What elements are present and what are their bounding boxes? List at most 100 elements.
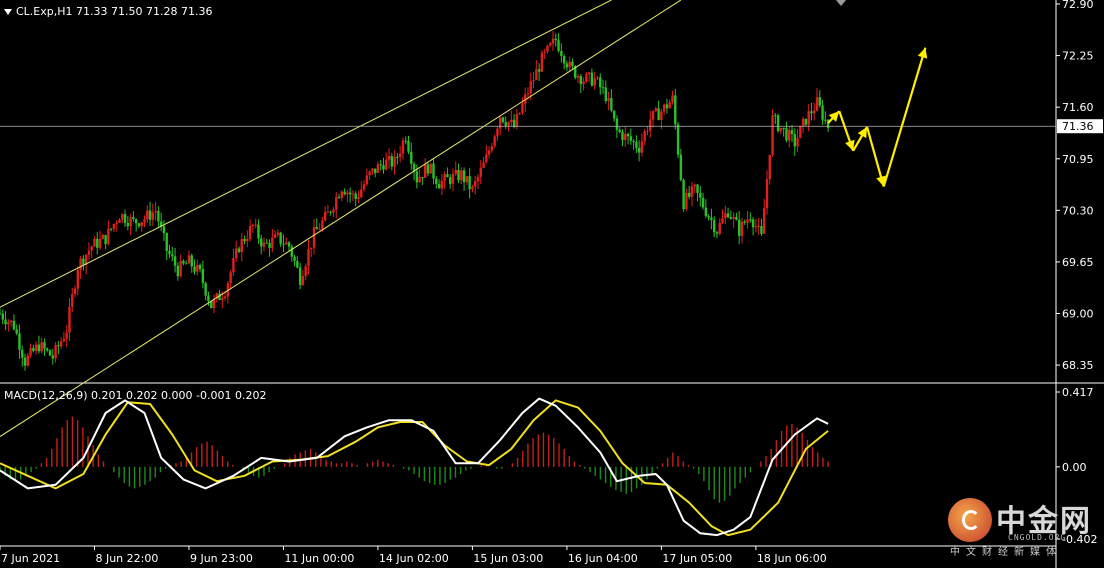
candle-body (262, 242, 266, 247)
candle-body (73, 288, 77, 295)
candle-body (373, 168, 377, 173)
candle-body (326, 211, 330, 213)
candle-body (460, 170, 463, 181)
candle-body (51, 355, 54, 359)
candle-body (643, 131, 646, 142)
symbol-header: CL.Exp,H1 71.33 71.50 71.28 71.36 (16, 5, 212, 18)
candle-body (671, 95, 674, 103)
price-tick-label: 72.25 (1062, 50, 1094, 63)
candle-body (790, 130, 794, 135)
candle-body (554, 38, 557, 41)
candle-body (54, 345, 57, 359)
candle-body (137, 223, 141, 227)
candle-body (726, 213, 730, 218)
candle-body (637, 147, 641, 153)
candle-body (551, 38, 555, 44)
candle-body (101, 234, 105, 240)
candle-body (718, 222, 721, 234)
candle-body (479, 167, 482, 177)
candle-body (768, 154, 771, 180)
candle-body (640, 141, 644, 153)
candle-body (104, 234, 107, 245)
candle-body (48, 350, 52, 356)
candle-body (398, 153, 402, 158)
macd-header: MACD(12,26,9) 0.201 0.202 0.000 -0.001 0… (4, 389, 266, 402)
candle-body (788, 130, 791, 141)
candle-body (701, 197, 705, 208)
candle-body (468, 176, 471, 190)
candle-body (79, 258, 82, 270)
candle-body (699, 192, 702, 198)
candle-body (29, 347, 32, 356)
price-tick-label: 70.95 (1062, 153, 1094, 166)
candle-body (168, 250, 171, 255)
price-tick-label: 69.65 (1062, 256, 1094, 269)
price-tick-label: 71.60 (1062, 101, 1094, 114)
candle-body (154, 210, 157, 213)
candle-body (87, 250, 91, 255)
price-tick-label: 70.30 (1062, 204, 1094, 217)
candle-body (285, 242, 288, 245)
candle-body (140, 222, 143, 227)
trading-chart: 72.90 72.25 71.60 70.95 70.30 69.65 69.00 68.35… (0, 0, 1104, 568)
candle-body (318, 228, 321, 230)
candle-body (646, 130, 649, 132)
candle-body (560, 51, 563, 57)
candle-body (68, 306, 71, 333)
candle-body (579, 76, 582, 85)
candle-body (421, 177, 424, 179)
candle-body (243, 238, 246, 242)
candle-body (535, 69, 538, 81)
forecast-arrow-segment (882, 47, 927, 187)
candle-body (682, 180, 685, 210)
candle-body (585, 74, 588, 82)
candle-body (474, 181, 477, 187)
candle-body (401, 140, 405, 154)
candle-body (818, 97, 821, 106)
time-tick-label: 16 Jun 04:00 (568, 552, 638, 565)
candle-body (824, 119, 827, 121)
candle-body (429, 163, 432, 174)
candle-body (387, 156, 391, 160)
candle-body (404, 140, 407, 142)
candle-body (396, 156, 399, 158)
candle-body (340, 191, 344, 198)
candle-body (493, 136, 496, 147)
candle-body (34, 344, 38, 351)
candle-body (276, 232, 280, 235)
candle-body (43, 342, 46, 349)
candle-body (248, 226, 252, 240)
candle-body (271, 237, 274, 248)
candle-body (76, 269, 80, 289)
candle-body (423, 164, 427, 178)
candle-body (7, 321, 10, 325)
candle-body (565, 63, 569, 68)
candle-body (604, 87, 608, 102)
candle-body (454, 169, 457, 174)
watermark-domain: CNGOLD.ORG (1008, 533, 1067, 542)
candle-body (615, 118, 619, 130)
candle-body (143, 219, 146, 223)
candle-body (237, 248, 241, 252)
candle-body (532, 80, 535, 82)
candle-body (607, 98, 610, 102)
candle-body (807, 111, 810, 125)
candle-body (223, 296, 227, 299)
candle-body (32, 347, 35, 351)
candle-body (301, 276, 305, 285)
candle-body (743, 221, 746, 223)
dropdown-triangle-icon (4, 9, 12, 15)
candle-body (771, 115, 774, 155)
time-tick-label: 18 Jun 06:00 (757, 552, 827, 565)
candle-body (760, 225, 763, 234)
candle-body (23, 357, 27, 366)
time-tick-label: 14 Jun 02:00 (379, 552, 449, 565)
candle-body (357, 197, 360, 199)
candle-body (668, 102, 671, 109)
candle-body (496, 128, 499, 137)
candle-body (235, 248, 238, 258)
time-tick-label: 11 Jun 00:00 (284, 552, 354, 565)
candle-body (796, 137, 799, 147)
shift-marker-icon (836, 0, 846, 6)
candle-body (123, 214, 127, 224)
